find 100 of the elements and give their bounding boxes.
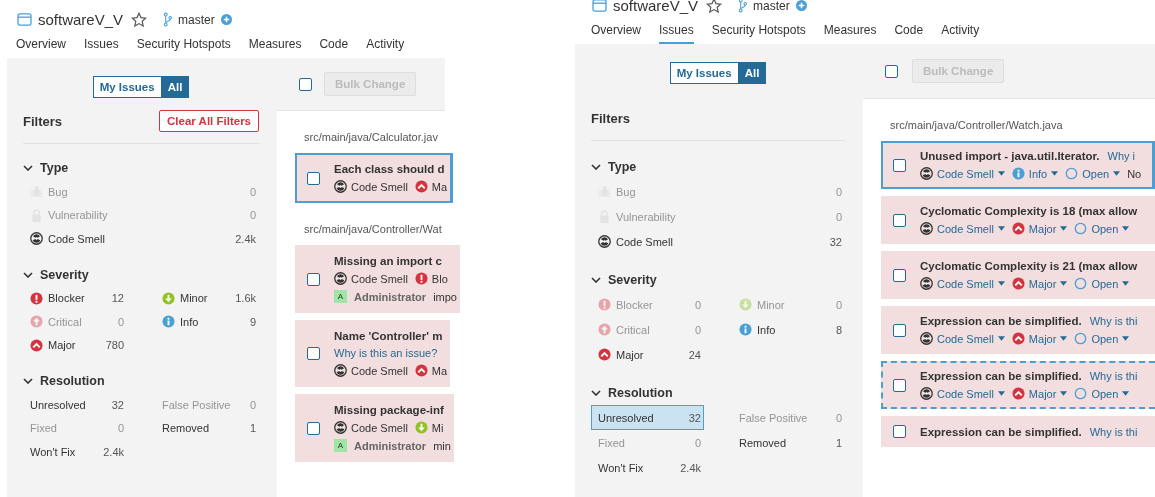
project-name[interactable]: softwareV_V [38, 11, 124, 28]
issue-card[interactable]: Expression can be simplified. Why is thi [881, 416, 1155, 447]
view-toggle-button[interactable]: All [161, 76, 190, 98]
chevron-down-icon[interactable] [591, 164, 601, 170]
tag-label[interactable]: Open [1082, 167, 1110, 180]
nav-tab[interactable]: Issues [84, 37, 119, 58]
tag-label[interactable]: Major [1028, 277, 1057, 290]
issue-card[interactable]: Missing an import c Code Smell Blo A Administrator impo [295, 245, 460, 313]
facet-item[interactable]: Major 780 [23, 333, 127, 357]
facet-heading[interactable]: Resolution [40, 374, 105, 388]
view-toggle-button[interactable]: My Issues [92, 76, 162, 98]
issue-title[interactable]: Expression can be simplified. [920, 370, 1082, 382]
facet-item[interactable]: Unresolved 32 [591, 405, 704, 430]
facet-item[interactable]: Removed 1 [732, 430, 845, 455]
why-link[interactable]: Why is thi [1089, 315, 1138, 327]
issue-card[interactable]: Each class should d Code Smell Ma [295, 153, 454, 203]
tag-label[interactable]: Code Smell [937, 332, 994, 345]
tag-label[interactable]: Code Smell [937, 222, 994, 235]
issue-checkbox[interactable] [893, 158, 906, 172]
select-all-checkbox[interactable] [299, 77, 312, 91]
nav-tab[interactable]: Measures [248, 37, 302, 58]
tag-label[interactable]: Code Smell [937, 277, 994, 290]
issue-checkbox[interactable] [307, 272, 320, 286]
issue-title[interactable]: Cyclomatic Complexity is 21 (max allow [920, 260, 1138, 272]
why-link[interactable]: Why is thi [1089, 370, 1138, 382]
issue-checkbox[interactable] [893, 378, 906, 392]
issue-checkbox[interactable] [893, 323, 906, 337]
facet-heading[interactable]: Type [608, 160, 637, 174]
issue-title[interactable]: Unused import - java.util.Iterator. [920, 150, 1100, 162]
nav-tab[interactable]: Activity [941, 23, 980, 44]
facet-item[interactable]: Info 8 [732, 317, 845, 342]
tag-label[interactable]: Major [1028, 222, 1057, 235]
tag-label[interactable]: Open [1091, 222, 1119, 235]
issue-card[interactable]: Missing package-inf Code Smell Mi A Administrator min [295, 394, 454, 462]
issue-checkbox[interactable] [307, 421, 320, 435]
chevron-down-icon[interactable] [23, 271, 33, 278]
add-icon[interactable] [220, 14, 232, 25]
facet-item[interactable]: Code Smell 32 [591, 229, 845, 254]
issue-card[interactable]: Expression can be simplified. Why is thi Code Smell Major Open [881, 361, 1155, 409]
facet-item[interactable]: Unresolved 32 [23, 393, 127, 417]
add-icon[interactable] [795, 0, 807, 11]
facet-item[interactable]: Minor 1.6k [155, 286, 259, 310]
tag-label[interactable]: Info [1028, 167, 1048, 180]
select-all-checkbox[interactable] [885, 64, 898, 78]
facet-item[interactable]: Won't Fix 2.4k [23, 440, 127, 464]
tag-label[interactable]: Open [1091, 277, 1119, 290]
branch-name[interactable]: master [753, 0, 790, 13]
chevron-down-icon[interactable] [23, 165, 33, 171]
facet-item[interactable]: Won't Fix 2.4k [591, 455, 704, 480]
facet-heading[interactable]: Severity [40, 267, 89, 282]
nav-tab[interactable]: Security Hotspots [711, 23, 806, 44]
issue-title[interactable]: Missing package-inf [334, 404, 444, 416]
issue-title[interactable]: Expression can be simplified. [920, 425, 1082, 438]
facet-item[interactable]: Major 24 [591, 342, 704, 367]
nav-tab[interactable]: Code [319, 37, 349, 58]
facet-heading[interactable]: Severity [608, 273, 657, 287]
nav-tab[interactable]: Code [894, 23, 924, 44]
why-link[interactable]: Why is this an issue? [334, 347, 438, 359]
issue-title[interactable]: Cyclomatic Complexity is 18 (max allow [920, 205, 1138, 217]
facet-item[interactable]: Removed 1 [155, 416, 259, 440]
issue-checkbox[interactable] [893, 425, 906, 438]
why-link[interactable]: Why is thi [1089, 425, 1138, 438]
issue-card[interactable]: Cyclomatic Complexity is 18 (max allow Code Smell Major Open [881, 196, 1155, 244]
chevron-down-icon[interactable] [23, 378, 33, 384]
project-name[interactable]: softwareV_V [613, 0, 699, 14]
facet-item[interactable]: Blocker 12 [23, 286, 127, 310]
issue-checkbox[interactable] [307, 171, 320, 185]
why-link[interactable]: Why i [1107, 150, 1136, 162]
nav-tab[interactable]: Measures [823, 23, 877, 44]
facet-heading[interactable]: Resolution [608, 386, 673, 400]
view-toggle-button[interactable]: My Issues [669, 62, 739, 84]
issue-title[interactable]: Expression can be simplified. [920, 315, 1082, 327]
tag-label[interactable]: Code Smell [937, 387, 994, 400]
tag-label[interactable]: Major [1028, 387, 1057, 400]
issue-title[interactable]: Each class should d [334, 163, 445, 175]
nav-tab[interactable]: Security Hotspots [136, 37, 231, 58]
facet-item[interactable]: Code Smell 2.4k [23, 227, 259, 251]
facet-item[interactable]: Info 9 [155, 310, 259, 334]
view-toggle-button[interactable]: All [738, 62, 767, 84]
issue-card[interactable]: Cyclomatic Complexity is 21 (max allow Code Smell Major Open [881, 251, 1155, 299]
star-icon[interactable] [131, 11, 148, 28]
tag-label[interactable]: Code Smell [937, 167, 994, 180]
issue-title[interactable]: Missing an import c [334, 255, 442, 267]
chevron-down-icon[interactable] [591, 277, 601, 283]
tag-label[interactable]: Open [1091, 387, 1119, 400]
issue-checkbox[interactable] [307, 347, 320, 360]
clear-filters-button[interactable]: Clear All Filters [159, 110, 259, 132]
issue-card[interactable]: Name 'Controller' m Why is this an issue? Code Smell Ma [295, 320, 451, 387]
issue-title[interactable]: Name 'Controller' m [334, 330, 443, 342]
issue-checkbox[interactable] [893, 268, 906, 282]
facet-heading[interactable]: Type [40, 161, 69, 175]
star-icon[interactable] [706, 0, 723, 14]
issue-checkbox[interactable] [893, 213, 906, 227]
nav-tab[interactable]: Overview [591, 23, 641, 44]
branch-name[interactable]: master [178, 12, 215, 27]
nav-tab[interactable]: Activity [366, 37, 405, 58]
nav-tab[interactable]: Overview [16, 37, 66, 58]
issue-card[interactable]: Expression can be simplified. Why is thi Code Smell Major Open [881, 306, 1155, 354]
tag-label[interactable]: Open [1091, 332, 1119, 345]
tag-label[interactable]: Major [1028, 332, 1057, 345]
